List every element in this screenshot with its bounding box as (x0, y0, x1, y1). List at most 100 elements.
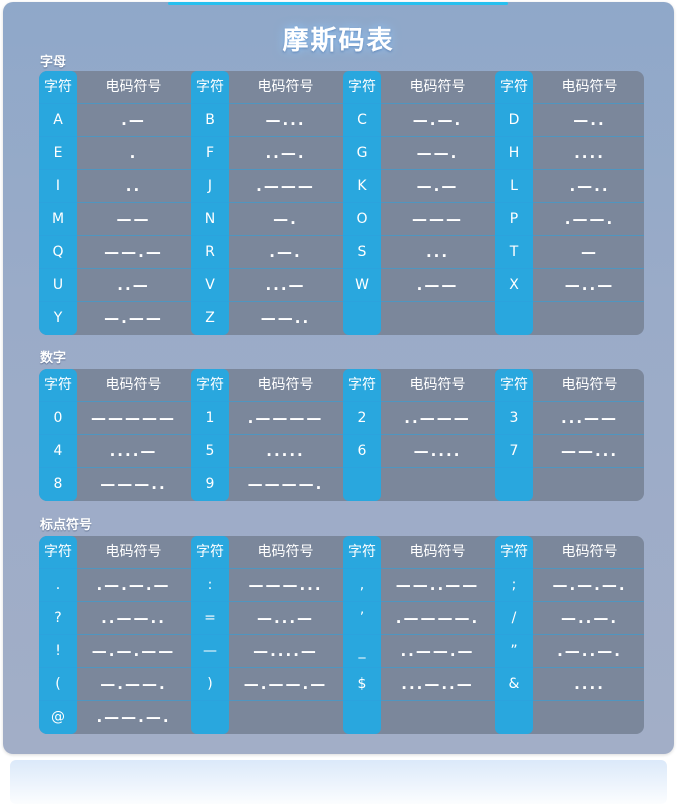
morse-code-cell: —..—. (560, 609, 619, 627)
char-cell: 8 (53, 476, 63, 492)
char-cell: T (509, 244, 519, 260)
table-row: U ..— V ...— W .—— X —..— (39, 269, 644, 302)
morse-code-cell: .—.—.— (96, 576, 171, 594)
table-row: @ .——.—. (39, 701, 644, 734)
table-row: ? ..——.. = —...— ’ .————. / —..—. (39, 602, 644, 635)
morse-code-cell: .... (574, 675, 605, 693)
morse-code-cell: ... (425, 243, 450, 261)
char-cell: B (205, 112, 215, 128)
morse-code-cell: .—— (416, 276, 459, 294)
morse-code-cell: ——. (416, 144, 459, 162)
morse-code-cell: ——..—— (395, 576, 480, 594)
morse-code-cell: ————. (247, 475, 324, 493)
morse-code-cell: ..——.— (400, 642, 475, 660)
header-char: 字符 (44, 79, 72, 95)
char-cell: _ (358, 643, 366, 659)
char-cell: J (207, 178, 213, 194)
morse-code-cell: .—.. (569, 177, 610, 195)
table-header-row: 字符 电码符号 字符 电码符号 字符 电码符号 字符 电码符号 (39, 369, 644, 402)
char-cell: Q (52, 244, 64, 260)
table-row: . .—.—.—: ———..., ——..——; —.—.—. (39, 569, 644, 602)
char-cell: — (203, 643, 217, 659)
char-cell: 4 (53, 443, 63, 459)
morse-code-cell: .... (574, 144, 605, 162)
char-cell: A (53, 112, 63, 128)
char-cell: 3 (509, 410, 519, 426)
header-code: 电码符号 (409, 79, 466, 95)
header-char: 字符 (500, 79, 528, 95)
morse-code-cell (381, 701, 494, 734)
char-cell: D (508, 112, 520, 128)
table-header-row: 字符 电码符号 字符 电码符号 字符 电码符号 字符 电码符号 (39, 536, 644, 569)
char-cell: $ (357, 676, 367, 692)
morse-code-cell: ——.— (104, 243, 163, 261)
char-cell: 9 (205, 476, 215, 492)
morse-code-cell: ——.. (260, 309, 311, 327)
morse-code-cell: —.—.—. (552, 576, 627, 594)
header-char: 字符 (196, 377, 224, 393)
char-cell: = (204, 610, 216, 626)
char-cell (495, 468, 533, 501)
char-cell: E (53, 145, 63, 161)
header-code: 电码符号 (257, 79, 314, 95)
morse-code-cell: ———.. (100, 475, 167, 493)
header-code: 电码符号 (105, 544, 162, 560)
header-char: 字符 (500, 544, 528, 560)
morse-code-cell: —.——. (100, 675, 167, 693)
letters-table: 字符 电码符号 字符 电码符号 字符 电码符号 字符 电码符号 A .— B —... C —.—. D —.… (39, 71, 644, 335)
char-cell: , (359, 577, 365, 593)
char-cell: / (511, 610, 517, 626)
table-row: I.. J .——— K —.— L .—.. (39, 170, 644, 203)
char-cell: Z (205, 310, 215, 326)
char-cell: ) (207, 676, 213, 692)
morse-code-cell: —.——.— (243, 675, 328, 693)
punctuation-table: 字符 电码符号 字符 电码符号 字符 电码符号 字符 电码符号. .—.—.—: ———..., —… (39, 536, 644, 734)
char-cell: ” (510, 643, 518, 659)
section-label-punctuation: 标点符号 (40, 518, 93, 533)
morse-code-cell: ——— (412, 210, 463, 228)
char-cell: . (55, 577, 61, 593)
header-code: 电码符号 (257, 544, 314, 560)
table-header-row: 字符 电码符号 字符 电码符号 字符 电码符号 字符 电码符号 (39, 71, 644, 104)
char-cell: M (51, 211, 65, 227)
morse-code-cell (381, 302, 494, 335)
char-cell: 1 (205, 410, 215, 426)
morse-code-cell: ..——— (404, 409, 471, 427)
morse-code-cell: —.—— (104, 309, 163, 327)
morse-code-cell: —..— (564, 276, 615, 294)
table-row: A .— B —... C —.—. D —.. (39, 104, 644, 137)
morse-code-cell: . (129, 144, 138, 162)
char-cell: ’ (359, 610, 365, 626)
section-label-digits: 数字 (40, 351, 67, 366)
char-cell: K (357, 178, 367, 194)
morse-code-cell: ..... (266, 442, 305, 460)
char-cell: & (508, 676, 520, 692)
table-row: E. F ..—. G ——. H.... (39, 137, 644, 170)
table-grid: 字符 电码符号 字符 电码符号 字符 电码符号 字符 电码符号 0 ————— 1 .———— 2 ..—… (39, 369, 644, 501)
char-cell (495, 302, 533, 335)
table-row: 4 ....— 5..... 6 —.... 7 ——... (39, 435, 644, 468)
morse-code-cell: ...—— (560, 409, 619, 427)
header-char: 字符 (348, 544, 376, 560)
char-cell: 2 (357, 410, 367, 426)
char-cell: 0 (53, 410, 63, 426)
char-cell: N (204, 211, 216, 227)
morse-code-cell: ———... (248, 576, 323, 594)
morse-code-cell: —.—.—— (91, 642, 176, 660)
morse-code-cell: .— (121, 111, 146, 129)
char-cell: @ (51, 709, 65, 725)
morse-code-cell: —.—. (412, 111, 463, 129)
morse-code-cell: ————— (91, 409, 176, 427)
header-code: 电码符号 (561, 377, 618, 393)
morse-code-cell: — (581, 243, 598, 261)
morse-code-cell: ...— (265, 276, 306, 294)
header-code: 电码符号 (409, 377, 466, 393)
char-cell: : (207, 577, 213, 593)
header-char: 字符 (196, 79, 224, 95)
morse-code-cell: —....— (253, 642, 318, 660)
char-cell: ! (55, 643, 61, 659)
section-label-letters: 字母 (40, 55, 67, 70)
char-cell: V (205, 277, 215, 293)
morse-code-cell: .——. (564, 210, 615, 228)
char-cell: ( (55, 676, 61, 692)
